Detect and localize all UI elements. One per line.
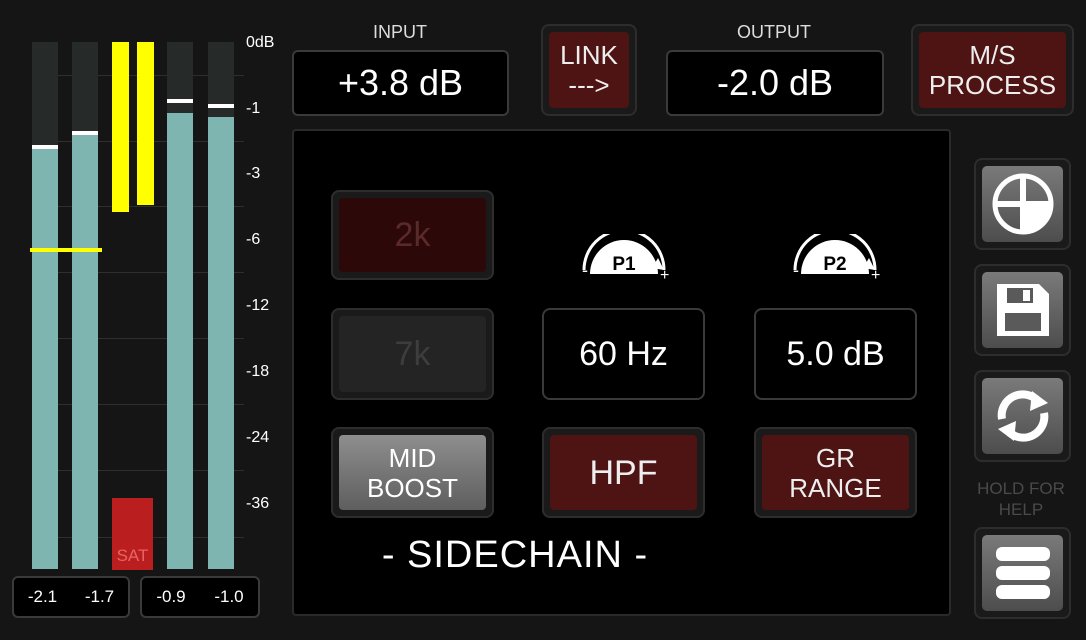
scale-label: -12 bbox=[246, 297, 270, 314]
hpf-button[interactable]: HPF bbox=[542, 427, 705, 518]
save-preset-button[interactable] bbox=[974, 264, 1071, 356]
gain-reduction-bar-left bbox=[112, 42, 129, 212]
mid-boost-label-line2: BOOST bbox=[366, 472, 458, 503]
sidechain-7k-button[interactable]: 7k bbox=[331, 308, 494, 400]
gr-range-label-line2: RANGE bbox=[789, 472, 882, 503]
gr-range-button[interactable]: GR RANGE bbox=[754, 427, 917, 518]
output-peak-readout[interactable]: -0.9 -1.0 bbox=[140, 576, 260, 618]
output-right-peak bbox=[208, 104, 234, 108]
mid-boost-button[interactable]: MID BOOST bbox=[331, 427, 494, 518]
ms-process-button-face: M/S PROCESS bbox=[919, 32, 1066, 108]
output-right-level bbox=[208, 117, 234, 569]
p1-value-display[interactable]: 60 Hz bbox=[542, 308, 705, 400]
p1-knob-label: P1 bbox=[612, 254, 636, 275]
gr-range-label-line1: GR bbox=[816, 442, 855, 473]
scale-label: -3 bbox=[246, 165, 261, 182]
threshold-marker bbox=[30, 248, 102, 252]
ms-process-label-line2: PROCESS bbox=[928, 70, 1057, 100]
output-gain-display[interactable]: -2.0 dB bbox=[666, 50, 884, 116]
save-icon bbox=[996, 284, 1049, 336]
scale-label: -18 bbox=[246, 363, 270, 380]
quadrant-view-button[interactable] bbox=[974, 158, 1071, 250]
p2-value-display[interactable]: 5.0 dB bbox=[754, 308, 917, 400]
hold-for-help-line2: HELP bbox=[998, 500, 1044, 519]
output-right-meter bbox=[208, 42, 234, 569]
saturation-indicator: SAT bbox=[112, 498, 153, 570]
output-label: OUTPUT bbox=[737, 22, 811, 42]
hold-for-help-line1: HOLD FOR bbox=[977, 479, 1065, 498]
input-gain-display[interactable]: +3.8 dB bbox=[292, 50, 509, 116]
sat-label: SAT bbox=[116, 546, 149, 565]
level-meter-panel: SAT 0dB -1 -3 -6 -12 -18 -24 -36 -2.1 -1… bbox=[8, 28, 280, 618]
mid-boost-button-face: MID BOOST bbox=[339, 435, 486, 510]
input-left-meter bbox=[32, 42, 58, 569]
scale-label: 0dB bbox=[246, 34, 275, 51]
output-right-peak-value: -1.0 bbox=[214, 587, 244, 606]
p1-knob-icon[interactable]: - + P1 bbox=[576, 228, 672, 284]
input-right-peak bbox=[72, 131, 98, 135]
menu-icon bbox=[995, 547, 1050, 599]
link-button-label: LINK bbox=[560, 40, 618, 70]
hold-for-help-hint: HOLD FOR HELP bbox=[966, 478, 1076, 520]
gain-reduction-bar-right bbox=[137, 42, 154, 205]
sidechain-2k-button[interactable]: 2k bbox=[331, 190, 494, 280]
input-right-peak-value: -1.7 bbox=[84, 587, 115, 606]
refresh-icon bbox=[997, 390, 1048, 442]
quadrant-icon bbox=[992, 173, 1053, 235]
output-left-peak bbox=[167, 99, 193, 103]
scale-label: -36 bbox=[246, 495, 270, 512]
mid-boost-label-line1: MID bbox=[388, 442, 437, 473]
scale-label: -1 bbox=[246, 100, 261, 117]
scale-label: -6 bbox=[246, 231, 261, 248]
scale-label: -24 bbox=[246, 429, 270, 446]
sidechain-title: - SIDECHAIN - bbox=[381, 534, 649, 576]
p2-knob-label: P2 bbox=[823, 254, 847, 275]
output-left-peak-value: -0.9 bbox=[156, 587, 186, 606]
p2-knob-icon[interactable]: - + P2 bbox=[787, 228, 883, 284]
link-button-face: LINK ---> bbox=[549, 32, 629, 108]
sidechain-2k-label: 2k bbox=[339, 198, 486, 272]
input-right-meter bbox=[72, 42, 98, 569]
hpf-label: HPF bbox=[550, 435, 697, 510]
ms-process-button[interactable]: M/S PROCESS bbox=[911, 24, 1074, 116]
link-arrow-label: ---> bbox=[568, 70, 610, 100]
menu-button[interactable] bbox=[974, 527, 1071, 619]
gr-range-button-face: GR RANGE bbox=[762, 435, 909, 510]
ms-process-label-line1: M/S bbox=[969, 40, 1016, 70]
input-left-peak bbox=[32, 145, 58, 149]
output-left-meter bbox=[167, 42, 193, 569]
output-left-level bbox=[167, 113, 193, 569]
input-label: INPUT bbox=[373, 22, 427, 42]
reset-button[interactable] bbox=[974, 370, 1071, 462]
link-button[interactable]: LINK ---> bbox=[541, 24, 637, 116]
input-peak-readout[interactable]: -2.1 -1.7 bbox=[12, 576, 130, 618]
input-left-peak-value: -2.1 bbox=[27, 587, 58, 606]
sidechain-7k-label: 7k bbox=[339, 316, 486, 392]
input-left-level bbox=[32, 148, 58, 569]
input-right-level bbox=[72, 134, 98, 569]
